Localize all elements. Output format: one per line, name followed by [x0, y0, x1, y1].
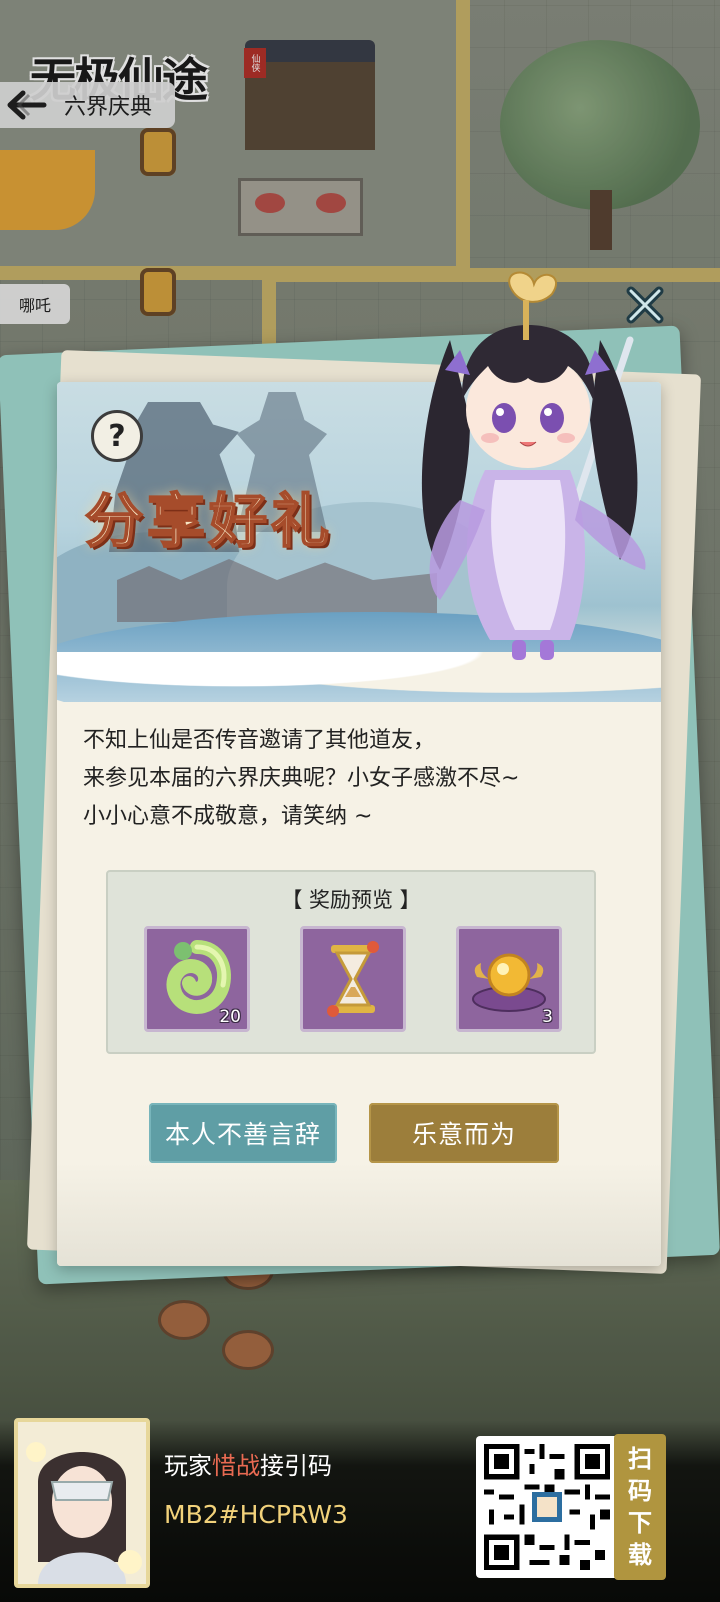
scan-label-char: 扫 [628, 1445, 652, 1473]
close-icon[interactable] [620, 280, 670, 330]
invite-code: MB2#HCPRW3 [164, 1500, 348, 1529]
message-line: 小小心意不成敬意，请笑纳 ~ [83, 804, 373, 829]
reward-item[interactable] [300, 926, 406, 1032]
player-avatar [14, 1418, 150, 1588]
scan-label-char: 码 [628, 1477, 652, 1505]
qr-code-icon [484, 1444, 610, 1570]
label-prefix: 玩家 [164, 1452, 212, 1480]
message-line: 来参见本届的六界庆典呢？小女子感激不尽~ [83, 766, 520, 791]
fairy-character-portrait [400, 270, 660, 690]
label-suffix: 接引码 [260, 1452, 332, 1480]
reward-count: 3 [542, 1007, 553, 1027]
reward-count: 20 [219, 1007, 241, 1027]
accept-button[interactable]: 乐意而为 [369, 1103, 559, 1163]
hourglass-icon [327, 941, 379, 1017]
banner-title: 分享好礼 [84, 486, 334, 556]
reward-preview-panel: 【 奖励预览 】 20 3 [106, 870, 596, 1054]
dialog-message: 不知上仙是否传音邀请了其他道友， 来参见本届的六界庆典呢？小女子感激不尽~ 小小… [83, 722, 643, 836]
scan-label-char: 载 [628, 1541, 652, 1569]
reward-preview-title: 【 奖励预览 】 [281, 888, 421, 912]
golden-orb-cushion-icon [472, 953, 546, 1012]
scan-label-char: 下 [628, 1509, 652, 1537]
invite-code-label: 玩家惜战接引码 [164, 1446, 332, 1481]
message-line: 不知上仙是否传音邀请了其他道友， [83, 728, 436, 753]
scan-download-label[interactable]: 扫 码 下 载 [614, 1434, 666, 1580]
help-button[interactable]: ? [91, 410, 143, 462]
decline-button[interactable]: 本人不善言辞 [149, 1103, 337, 1163]
player-name: 惜战 [212, 1452, 260, 1480]
reward-item[interactable]: 3 [456, 926, 562, 1032]
reward-item[interactable]: 20 [144, 926, 250, 1032]
bottom-mountain-decoration [57, 1162, 661, 1266]
